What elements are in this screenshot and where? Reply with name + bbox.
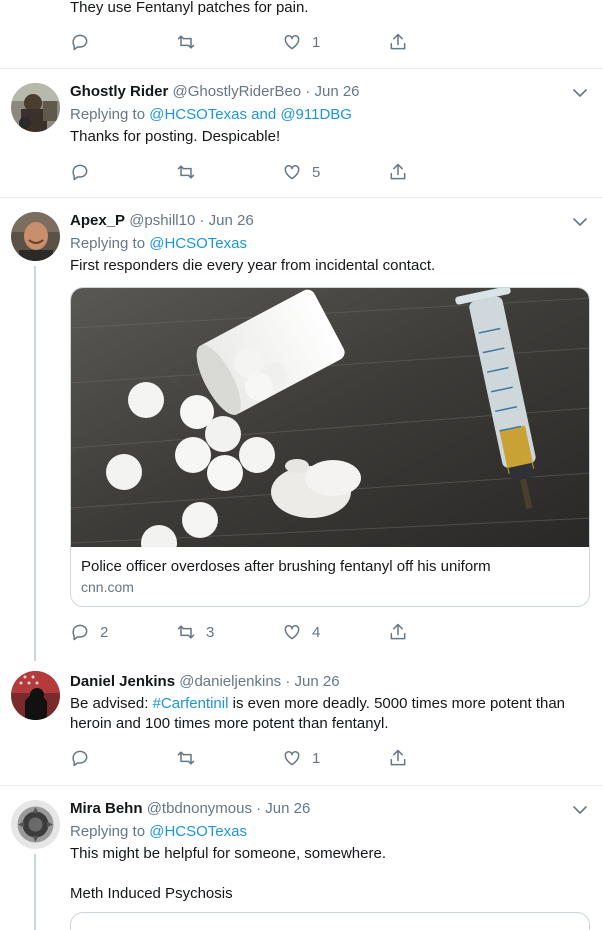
like-icon xyxy=(284,624,300,640)
reply-icon xyxy=(72,34,88,51)
like-button[interactable]: 4 xyxy=(282,622,320,642)
replying-to-link[interactable]: @HCSOTexas xyxy=(149,235,247,252)
tweet-text: First responders die every year from inc… xyxy=(70,257,436,274)
replying-prefix: Replying to xyxy=(70,106,150,123)
share-button[interactable] xyxy=(388,32,408,52)
tweet-text: Be advised: #Carfentinil is even more de… xyxy=(70,694,590,734)
tweet-3: Daniel Jenkins @danieljenkins · Jun 26 B… xyxy=(0,661,603,785)
tweet-text-secondary: Meth Induced Psychosis xyxy=(70,885,233,902)
tweet-2: Apex_P @pshill10 · Jun 26 Replying to @H… xyxy=(0,198,603,661)
card-title: Police officer overdoses after brushing … xyxy=(81,558,491,575)
handle-and-date[interactable]: @GhostlyRiderBeo · Jun 26 xyxy=(173,83,360,100)
like-icon xyxy=(284,164,300,180)
tweet-header: Mira Behn @tbdnonymous · Jun 26 xyxy=(70,800,310,817)
tweet-actions: 1 xyxy=(70,32,590,52)
retweet-icon xyxy=(177,35,195,49)
avatar[interactable] xyxy=(11,800,60,849)
card-domain: cnn.com xyxy=(81,579,134,595)
like-button[interactable]: 1 xyxy=(282,32,320,52)
text-prefix: Be advised: xyxy=(70,695,153,712)
display-name[interactable]: Apex_P xyxy=(70,212,125,229)
replying-to-link[interactable]: @HCSOTexas xyxy=(149,823,247,840)
avatar[interactable] xyxy=(11,212,60,261)
like-button[interactable]: 1 xyxy=(282,748,320,768)
reply-icon xyxy=(72,624,88,641)
like-count: 1 xyxy=(312,33,321,51)
share-button[interactable] xyxy=(388,622,408,642)
share-icon xyxy=(390,749,406,766)
reply-button[interactable] xyxy=(70,32,90,52)
replying-to: Replying to @HCSOTexas xyxy=(70,823,247,840)
tweet-actions: 2 3 4 xyxy=(70,622,590,642)
retweet-button[interactable] xyxy=(176,748,196,768)
handle-and-date[interactable]: @danieljenkins · Jun 26 xyxy=(179,673,339,690)
like-icon xyxy=(284,34,300,50)
share-icon xyxy=(390,623,406,640)
reply-icon xyxy=(72,750,88,767)
tweet-header: Apex_P @pshill10 · Jun 26 xyxy=(70,212,254,229)
share-button[interactable] xyxy=(388,162,408,182)
display-name[interactable]: Daniel Jenkins xyxy=(70,673,175,690)
caret-down-icon[interactable] xyxy=(572,214,588,230)
like-count: 1 xyxy=(312,749,321,767)
replying-to: Replying to @HCSOTexas and @911DBG xyxy=(70,106,352,123)
avatar[interactable] xyxy=(11,671,60,720)
retweet-icon xyxy=(177,625,195,639)
like-count: 4 xyxy=(312,623,321,641)
reply-button[interactable]: 2 xyxy=(70,622,108,642)
hashtag-link[interactable]: #Carfentinil xyxy=(153,695,229,712)
tweet-header: Ghostly Rider @GhostlyRiderBeo · Jun 26 xyxy=(70,83,360,100)
caret-down-icon[interactable] xyxy=(572,85,588,101)
tweet-header: Daniel Jenkins @danieljenkins · Jun 26 xyxy=(70,673,340,690)
reply-icon xyxy=(72,164,88,181)
like-button[interactable]: 5 xyxy=(282,162,320,182)
text-line2: heroin and 100 times more potent than fe… xyxy=(70,715,389,732)
thread-line xyxy=(34,266,36,661)
retweet-button[interactable] xyxy=(176,32,196,52)
share-icon xyxy=(390,33,406,50)
retweet-count: 3 xyxy=(206,623,215,641)
tweet-0: They use Fentanyl patches for pain. 1 xyxy=(0,0,603,68)
card-image xyxy=(71,288,589,547)
replying-prefix: Replying to xyxy=(70,235,150,252)
tweet-1: Ghostly Rider @GhostlyRiderBeo · Jun 26 … xyxy=(0,69,603,197)
reply-button[interactable] xyxy=(70,162,90,182)
tweet-text: This might be helpful for someone, somew… xyxy=(70,845,386,862)
retweet-button[interactable]: 3 xyxy=(176,622,214,642)
like-count: 5 xyxy=(312,163,321,181)
display-name[interactable]: Mira Behn xyxy=(70,800,143,817)
retweet-icon xyxy=(177,165,195,179)
share-icon xyxy=(390,163,406,180)
tweet-4: Mira Behn @tbdnonymous · Jun 26 Replying… xyxy=(0,786,603,930)
link-card[interactable] xyxy=(70,912,590,930)
handle-and-date[interactable]: @tbdnonymous · Jun 26 xyxy=(147,800,311,817)
handle-and-date[interactable]: @pshill10 · Jun 26 xyxy=(129,212,253,229)
like-icon xyxy=(284,750,300,766)
replying-to-link[interactable]: @HCSOTexas and @911DBG xyxy=(149,106,352,123)
reply-button[interactable] xyxy=(70,748,90,768)
replying-to: Replying to @HCSOTexas xyxy=(70,235,247,252)
retweet-button[interactable] xyxy=(176,162,196,182)
reply-count: 2 xyxy=(100,623,109,641)
tweet-actions: 5 xyxy=(70,162,590,182)
tweet-text: Thanks for posting. Despicable! xyxy=(70,128,281,145)
display-name[interactable]: Ghostly Rider xyxy=(70,83,168,100)
retweet-icon xyxy=(177,751,195,765)
tweet-actions: 1 xyxy=(70,748,590,768)
caret-down-icon[interactable] xyxy=(572,802,588,818)
link-card[interactable]: Police officer overdoses after brushing … xyxy=(70,287,590,607)
tweet-text: They use Fentanyl patches for pain. xyxy=(70,0,309,16)
replying-prefix: Replying to xyxy=(70,823,150,840)
avatar[interactable] xyxy=(11,83,60,132)
share-button[interactable] xyxy=(388,748,408,768)
thread-line xyxy=(34,854,36,930)
text-line1-rest: is even more deadly. 5000 times more pot… xyxy=(228,695,566,712)
